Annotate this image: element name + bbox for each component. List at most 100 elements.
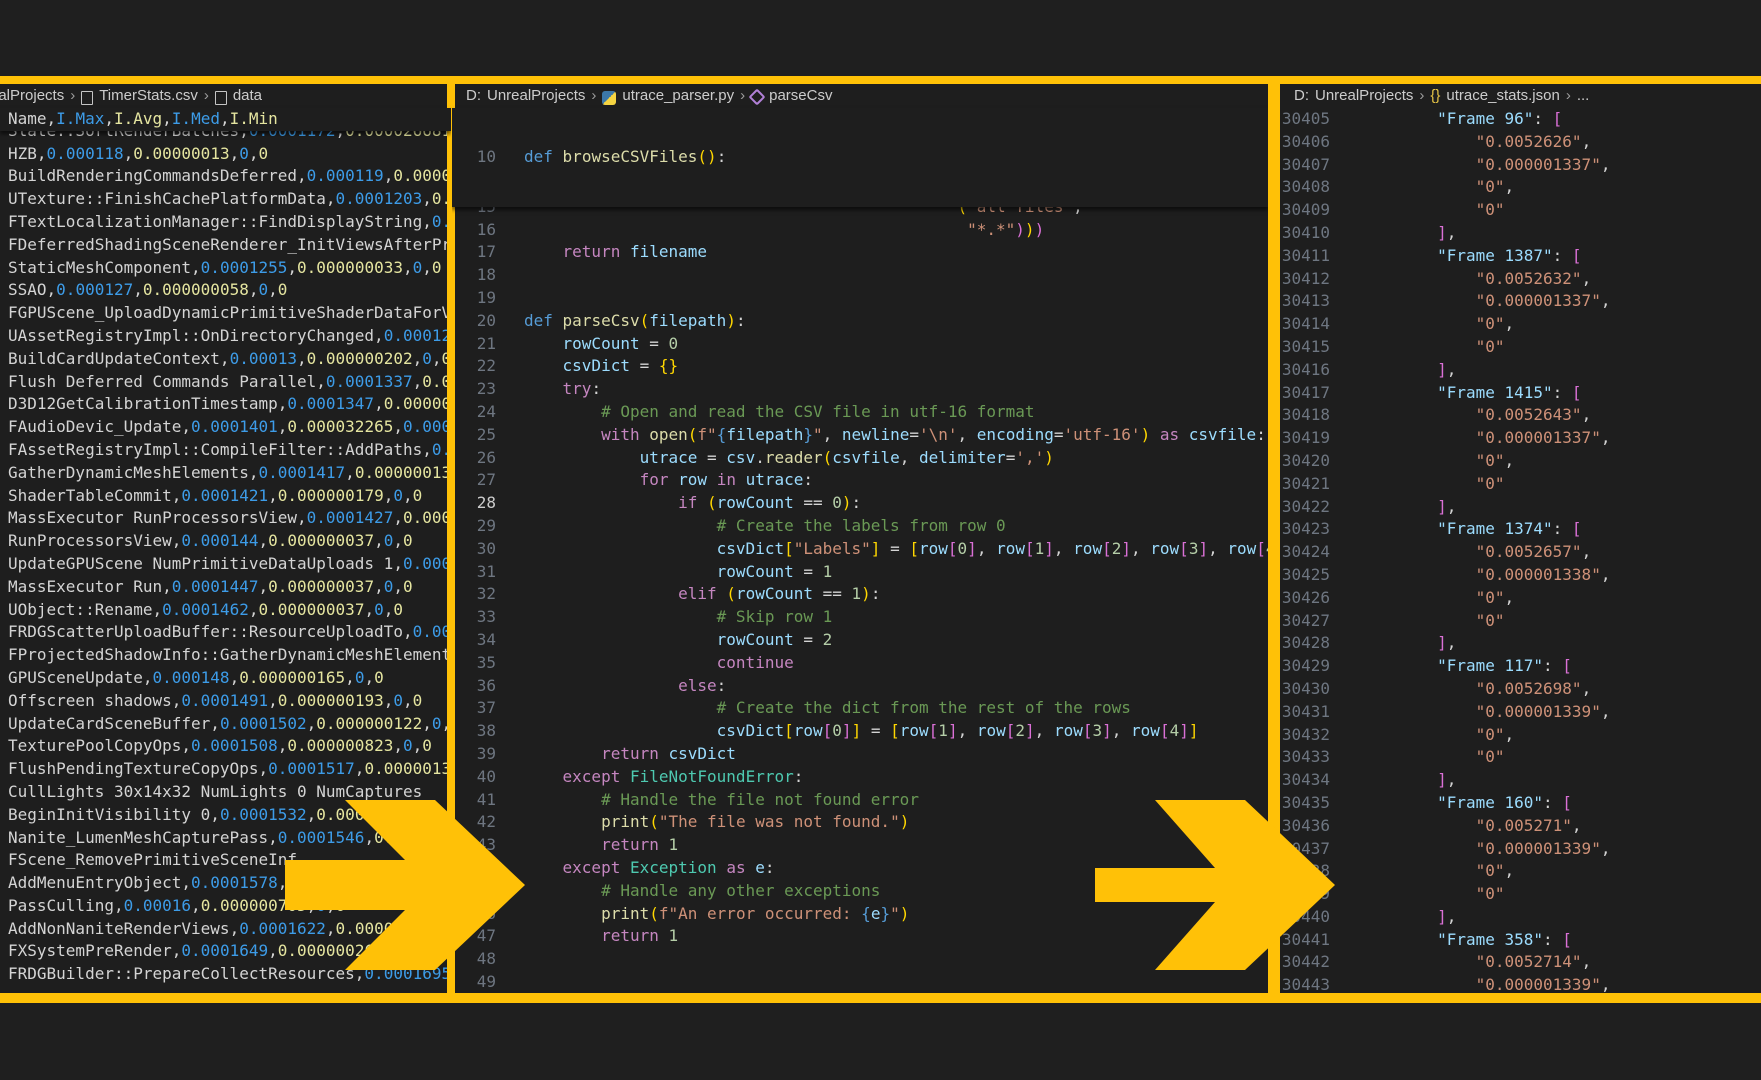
code-text[interactable]: csvDict = {}: [524, 355, 679, 378]
csv-line[interactable]: UpdateCardSceneBuffer, 0.0001502, 0.000000…: [8, 713, 451, 736]
code-text[interactable]: return filename: [524, 241, 708, 264]
csv-line[interactable]: HZB, 0.000118, 0.00000013, 0, 0: [8, 143, 451, 166]
csv-line[interactable]: FAudioDevic_Update, 0.0001401, 0.000032265…: [8, 416, 451, 439]
code-text[interactable]: ],: [1360, 906, 1456, 929]
code-line[interactable]: 30418 "0.0052643",: [1280, 404, 1761, 427]
csv-line[interactable]: FAssetRegistryImpl::CompileFilter::AddPa…: [8, 439, 451, 462]
code-line[interactable]: 20 def parseCsv(filepath):: [452, 310, 1268, 333]
csv-header-row[interactable]: Name, I.Max, I.Avg, I.Med, I.Min: [0, 108, 451, 131]
csv-line[interactable]: UTexture::FinishCachePlatformData, 0.0001…: [8, 188, 451, 211]
csv-line[interactable]: UpdateGPUScene NumPrimitiveDataUploads 1…: [8, 553, 451, 576]
code-text[interactable]: "0.0052657",: [1360, 541, 1592, 564]
code-line[interactable]: 30424 "0.0052657",: [1280, 541, 1761, 564]
code-line[interactable]: 28 if (rowCount == 0):: [452, 492, 1268, 515]
csv-line[interactable]: FlushPendingTextureCopyOps, 0.0001517, 0.0…: [8, 758, 451, 781]
code-text[interactable]: with open(f"{filepath}", newline='\n', e…: [524, 424, 1266, 447]
code-text[interactable]: "0",: [1360, 860, 1515, 883]
code-line[interactable]: 30419 "0.000001337",: [1280, 427, 1761, 450]
code-line[interactable]: 30412 "0.0052632",: [1280, 268, 1761, 291]
code-line[interactable]: 30430 "0.0052698",: [1280, 678, 1761, 701]
code-text[interactable]: print(f"An error occurred: {e}"): [524, 903, 909, 926]
code-text[interactable]: "0.0052714",: [1360, 951, 1592, 974]
code-line[interactable]: 30441 "Frame 358": [: [1280, 929, 1761, 952]
code-text[interactable]: "0.000001339",: [1360, 838, 1611, 861]
code-line[interactable]: 30408 "0",: [1280, 176, 1761, 199]
code-line[interactable]: 30415 "0": [1280, 336, 1761, 359]
code-line[interactable]: 34 rowCount = 2: [452, 629, 1268, 652]
csv-line[interactable]: BuildRenderingCommandsDeferred, 0.000119,…: [8, 165, 451, 188]
code-line[interactable]: 30436 "0.005271",: [1280, 815, 1761, 838]
csv-line[interactable]: TexturePoolCopyOps, 0.0001508, 0.000000823…: [8, 735, 451, 758]
code-text[interactable]: "0.000001337",: [1360, 427, 1611, 450]
code-line[interactable]: 37 # Create the dict from the rest of th…: [452, 697, 1268, 720]
code-text[interactable]: rowCount = 1: [524, 561, 833, 584]
code-text[interactable]: "0",: [1360, 450, 1515, 473]
code-line[interactable]: 30426 "0",: [1280, 587, 1761, 610]
code-line[interactable]: 22 csvDict = {}: [452, 355, 1268, 378]
csv-line[interactable]: MassExecutor RunProcessorsView, 0.0001427…: [8, 507, 451, 530]
breadcrumb-folder[interactable]: UnrealProjects: [487, 84, 585, 108]
code-text[interactable]: return csvDict: [524, 743, 736, 766]
code-line[interactable]: 30423 "Frame 1374": [: [1280, 518, 1761, 541]
csv-line[interactable]: Offscreen shadows, 0.0001491, 0.000000193,…: [8, 690, 451, 713]
code-text[interactable]: "*.*"))): [524, 219, 1044, 242]
code-text[interactable]: try:: [524, 378, 602, 401]
breadcrumb-file[interactable]: utrace_parser.py: [622, 84, 734, 108]
code-line[interactable]: 38 csvDict[row[0]] = [row[1], row[2], ro…: [452, 720, 1268, 743]
code-line[interactable]: 33 # Skip row 1: [452, 606, 1268, 629]
code-text[interactable]: "0",: [1360, 313, 1515, 336]
code-line[interactable]: 25 with open(f"{filepath}", newline='\n'…: [452, 424, 1268, 447]
csv-line[interactable]: UAssetRegistryImpl::OnDirectoryChanged, 0…: [8, 325, 451, 348]
code-text[interactable]: "0.000001337",: [1360, 154, 1611, 177]
code-line[interactable]: 30437 "0.000001339",: [1280, 838, 1761, 861]
code-text[interactable]: ],: [1360, 632, 1456, 655]
code-line[interactable]: def browseCSVFiles():: [524, 146, 726, 169]
csv-line[interactable]: FDeferredShadingSceneRenderer_InitViewsA…: [8, 234, 451, 257]
code-line[interactable]: 30421 "0": [1280, 473, 1761, 496]
code-text[interactable]: # Handle the file not found error: [524, 789, 919, 812]
code-text[interactable]: for row in utrace:: [524, 469, 813, 492]
csv-line[interactable]: BuildCardUpdateContext, 0.00013, 0.0000002…: [8, 348, 451, 371]
code-text[interactable]: rowCount = 0: [524, 333, 679, 356]
code-text[interactable]: ],: [1360, 496, 1456, 519]
csv-line[interactable]: RunProcessorsView, 0.000144, 0.000000037, 0…: [8, 530, 451, 553]
code-text[interactable]: "0.0052698",: [1360, 678, 1592, 701]
code-text[interactable]: # Create the labels from row 0: [524, 515, 1006, 538]
code-text[interactable]: "0": [1360, 746, 1505, 769]
breadcrumb-symbol[interactable]: data: [233, 84, 262, 108]
code-line[interactable]: 32 elif (rowCount == 1):: [452, 583, 1268, 606]
code-line[interactable]: 30435 "Frame 160": [: [1280, 792, 1761, 815]
code-line[interactable]: 40 except FileNotFoundError:: [452, 766, 1268, 789]
code-line[interactable]: 24 # Open and read the CSV file in utf-1…: [452, 401, 1268, 424]
code-text[interactable]: # Open and read the CSV file in utf-16 f…: [524, 401, 1034, 424]
code-text[interactable]: "0": [1360, 610, 1505, 633]
code-area[interactable]: 30405 "Frame 96": [30406 "0.0052626", 304…: [1280, 108, 1761, 997]
breadcrumb-file[interactable]: TimerStats.csv: [99, 84, 198, 108]
code-line[interactable]: 30425 "0.000001338",: [1280, 564, 1761, 587]
csv-line[interactable]: SSAO, 0.000127, 0.000000058, 0, 0: [8, 279, 451, 302]
csv-line[interactable]: GatherDynamicMeshElements, 0.0001417, 0.00…: [8, 462, 451, 485]
code-text[interactable]: except Exception as e:: [524, 857, 775, 880]
code-line[interactable]: 30438 "0",: [1280, 860, 1761, 883]
code-line[interactable]: 30 csvDict["Labels"] = [row[0], row[1], …: [452, 538, 1268, 561]
code-text[interactable]: "0",: [1360, 587, 1515, 610]
breadcrumb-folder[interactable]: ealProjects: [0, 84, 64, 108]
code-line[interactable]: 30414 "0",: [1280, 313, 1761, 336]
code-line[interactable]: 30420 "0",: [1280, 450, 1761, 473]
code-line[interactable]: 31 rowCount = 1: [452, 561, 1268, 584]
code-line[interactable]: 30434 ],: [1280, 769, 1761, 792]
code-line[interactable]: 27 for row in utrace:: [452, 469, 1268, 492]
code-line[interactable]: 16 "*.*"))): [452, 219, 1268, 242]
code-text[interactable]: "Frame 117": [: [1360, 655, 1572, 678]
code-line[interactable]: 26 utrace = csv.reader(csvfile, delimite…: [452, 447, 1268, 470]
code-text[interactable]: "0.000001338",: [1360, 564, 1611, 587]
code-text[interactable]: "0": [1360, 473, 1505, 496]
code-line[interactable]: 30411 "Frame 1387": [: [1280, 245, 1761, 268]
csv-line[interactable]: ShaderTableCommit, 0.0001421, 0.000000179,…: [8, 485, 451, 508]
breadcrumb-more[interactable]: ...: [1577, 84, 1590, 108]
sticky-scroll-header[interactable]: 10 def browseCSVFiles():: [452, 108, 1268, 207]
code-text[interactable]: "0": [1360, 336, 1505, 359]
code-text[interactable]: else:: [524, 675, 726, 698]
code-text[interactable]: def parseCsv(filepath):: [524, 310, 746, 333]
code-text[interactable]: "0.005271",: [1360, 815, 1582, 838]
